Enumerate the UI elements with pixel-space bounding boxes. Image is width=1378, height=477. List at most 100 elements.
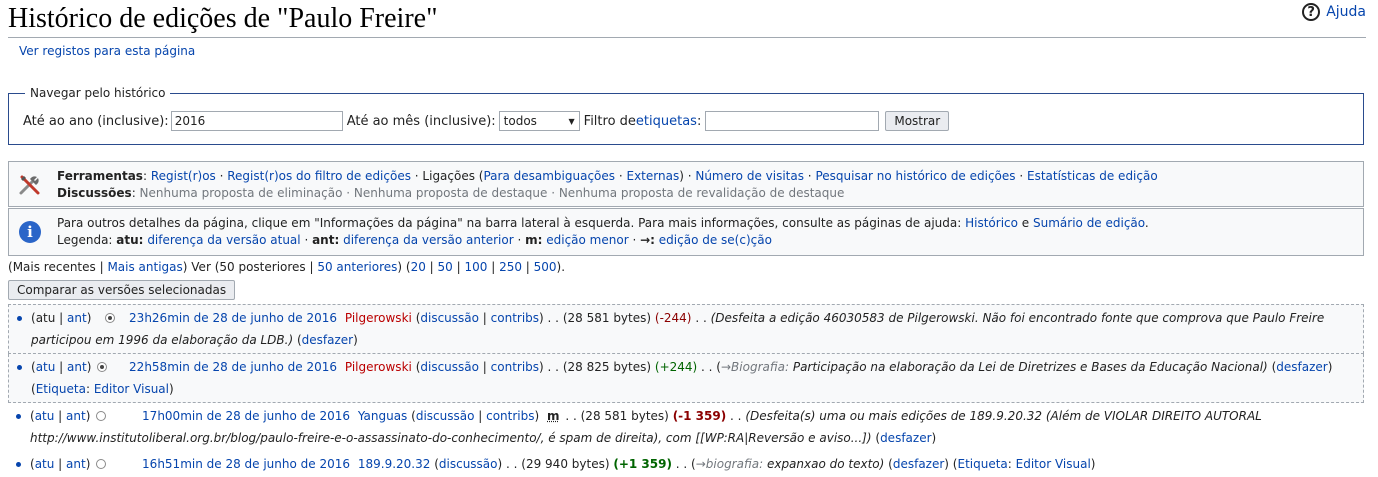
contribs-link[interactable]: contribs — [491, 311, 539, 325]
radio-icon[interactable] — [96, 411, 107, 421]
atu-label: atu — [35, 311, 56, 325]
older-50-link[interactable]: 50 anteriores — [317, 260, 397, 274]
limit-50-link[interactable]: 50 — [438, 260, 453, 274]
ant-link[interactable]: ant — [66, 457, 86, 471]
talk-link[interactable]: discussão — [439, 457, 498, 471]
minor-edit-marker: m — [547, 409, 560, 423]
user-link[interactable]: 189.9.20.32 — [358, 457, 431, 471]
legend-atu-link[interactable]: diferença da versão atual — [147, 233, 300, 247]
discussions-label: Discussões — [57, 186, 132, 200]
legend-line: Legenda: atu: diferença da versão atual … — [57, 233, 772, 247]
search-history-link[interactable]: Pesquisar no histórico de edições — [815, 169, 1015, 183]
tag-label-link[interactable]: Etiqueta — [36, 382, 86, 396]
tag-value-link[interactable]: Editor Visual — [94, 382, 169, 396]
user-link[interactable]: Pilgerowski — [345, 311, 412, 325]
tag-value-link[interactable]: Editor Visual — [1016, 457, 1091, 471]
tools-icon — [19, 175, 40, 195]
revision-date-link[interactable]: 22h58min de 28 de junho de 2016 — [129, 360, 337, 374]
oldest-link[interactable]: Mais antigas — [107, 260, 182, 274]
legend-section-key: →: — [640, 233, 655, 247]
bullet — [16, 414, 21, 419]
ant-link[interactable]: ant — [66, 409, 86, 423]
revision-date-link[interactable]: 16h51min de 28 de junho de 2016 — [142, 457, 350, 471]
external-links-link[interactable]: Externas — [627, 169, 680, 183]
byte-diff: (+244) — [654, 360, 698, 374]
legend-minor-link[interactable]: edição menor — [546, 233, 628, 247]
contribs-link[interactable]: contribs — [486, 409, 534, 423]
year-input[interactable] — [170, 111, 343, 131]
revision-date-link[interactable]: 23h26min de 28 de junho de 2016 — [129, 311, 337, 325]
undo-link[interactable]: desfazer — [1276, 360, 1327, 374]
radio-icon[interactable] — [105, 313, 116, 323]
section-link[interactable]: →biografia: — [696, 457, 763, 471]
paging-view-label: Ver ( — [187, 260, 220, 274]
revision-date-link[interactable]: 17h00min de 28 de junho de 2016 — [142, 409, 350, 423]
undo-link[interactable]: desfazer — [893, 457, 944, 471]
links-label: Ligações ( — [422, 169, 484, 183]
disambiguation-link[interactable]: Para desambiguações — [483, 169, 615, 183]
edit-summary: expanxao do texto) — [766, 457, 885, 471]
edit-summary: (Desfeita a edição 46030583 de — [710, 311, 908, 325]
tag-label-link[interactable]: Etiqueta — [957, 457, 1007, 471]
ant-link[interactable]: ant — [67, 311, 87, 325]
bullet — [17, 316, 22, 321]
visits-link[interactable]: Número de visitas — [695, 169, 804, 183]
help-icon[interactable]: ? — [1302, 3, 1321, 21]
byte-size: (28 581 bytes) — [562, 311, 652, 325]
legend-ant-key: ant: — [312, 233, 340, 247]
help-link[interactable]: ? Ajuda — [1302, 3, 1366, 21]
info-box: i Para outros detalhes da página, clique… — [8, 208, 1364, 256]
limit-20-link[interactable]: 20 — [411, 260, 426, 274]
show-button[interactable]: Mostrar — [885, 111, 950, 131]
info-icon: i — [19, 221, 41, 243]
limit-100-link[interactable]: 100 — [464, 260, 487, 274]
undo-link[interactable]: desfazer — [880, 431, 931, 445]
paging-controls: (Mais recentes | Mais antigas) Ver (50 p… — [8, 260, 566, 274]
atu-link[interactable]: atu — [36, 360, 56, 374]
atu-link[interactable]: atu — [35, 457, 55, 471]
tags-filter-input[interactable] — [705, 111, 880, 131]
info-text: Para outros detalhes da página, clique e… — [57, 215, 1149, 249]
help-summary-link[interactable]: Sumário de edição — [1033, 216, 1145, 230]
logs-link[interactable]: Regist(r)os — [151, 169, 216, 183]
tools-box: Ferramentas: Regist(r)os · Regist(r)os d… — [8, 161, 1364, 207]
view-logs-link[interactable]: Ver registos para esta página — [19, 44, 195, 58]
radio-icon[interactable] — [97, 362, 108, 372]
legend-ant-link[interactable]: diferença da versão anterior — [343, 233, 514, 247]
undo-link[interactable]: desfazer — [302, 333, 353, 347]
summary-user-link[interactable]: Pilgerowski — [907, 311, 975, 325]
month-select-value: todos — [503, 114, 537, 128]
page-title: Histórico de edições de "Paulo Freire" — [8, 3, 438, 34]
user-link[interactable]: Pilgerowski — [345, 360, 412, 374]
help-history-link[interactable]: Histórico — [965, 216, 1018, 230]
filter-logs-link[interactable]: Regist(r)os do filtro de edições — [227, 169, 411, 183]
limit-500-link[interactable]: 500 — [534, 260, 557, 274]
tools-line: Ferramentas: Regist(r)os · Regist(r)os d… — [57, 169, 1158, 183]
edit-summary: Participação na elaboração da Lei de Dir… — [792, 360, 1268, 374]
month-select[interactable]: todos ▼ — [498, 111, 580, 131]
limit-250-link[interactable]: 250 — [499, 260, 522, 274]
help-label[interactable]: Ajuda — [1326, 4, 1366, 20]
talk-link[interactable]: discussão — [416, 409, 475, 423]
list-item: (atu | ant) 22h58min de 28 de junho de 2… — [8, 354, 1364, 403]
radio-icon[interactable] — [96, 459, 107, 469]
dropdown-arrow-icon: ▼ — [568, 116, 575, 126]
legend-section-link[interactable]: edição de se(c)ção — [659, 233, 772, 247]
byte-diff: (-244) — [654, 311, 692, 325]
atu-link[interactable]: atu — [35, 409, 55, 423]
edit-stats-link[interactable]: Estatísticas de edição — [1027, 169, 1158, 183]
tags-label-suffix: : — [696, 113, 702, 129]
ant-link[interactable]: ant — [67, 360, 87, 374]
summary-ip-link[interactable]: 189.9.20.32 — [970, 409, 1043, 423]
history-navigation-row: Até ao ano (inclusive): Até ao mês (incl… — [23, 111, 950, 131]
user-link[interactable]: Yanguas — [358, 409, 407, 423]
contribs-link[interactable]: contribs — [491, 360, 539, 374]
legend-label: Legenda: — [57, 233, 117, 247]
section-link[interactable]: →Biografia: — [721, 360, 789, 374]
legend-atu-key: atu: — [116, 233, 144, 247]
discussion-item-deletion: Nenhuma proposta de eliminação — [139, 186, 343, 200]
tags-link[interactable]: etiquetas — [636, 114, 697, 129]
talk-link[interactable]: discussão — [420, 311, 479, 325]
compare-versions-button[interactable]: Comparar as versões selecionadas — [8, 280, 236, 300]
talk-link[interactable]: discussão — [420, 360, 479, 374]
